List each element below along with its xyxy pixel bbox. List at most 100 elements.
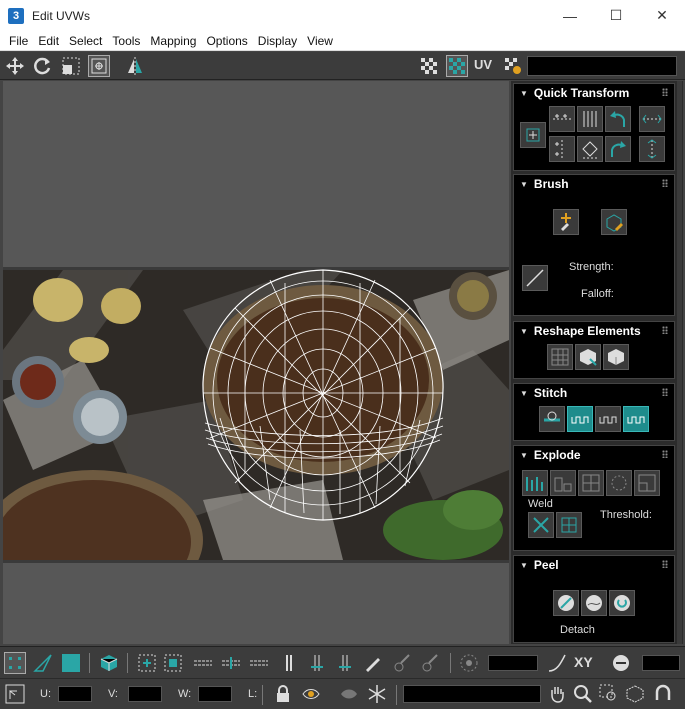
paint-relax-icon[interactable] <box>601 209 627 235</box>
panel-scrollbar[interactable] <box>677 81 682 644</box>
flatten-icon[interactable] <box>606 470 632 496</box>
selection-set-field[interactable] <box>403 685 541 703</box>
break-icon[interactable] <box>522 470 548 496</box>
explode-options-icon[interactable] <box>634 470 660 496</box>
paint-shrink-icon[interactable] <box>418 652 440 674</box>
drag-grip-icon[interactable] <box>662 179 668 187</box>
collapse-triangle-icon[interactable]: ▼ <box>520 180 528 189</box>
collapse-triangle-icon[interactable]: ▼ <box>520 389 528 398</box>
menu-display[interactable]: Display <box>253 34 302 48</box>
drag-grip-icon[interactable] <box>662 388 668 396</box>
align-vertical-icon[interactable] <box>577 106 603 132</box>
stitch-custom-icon[interactable] <box>539 406 565 432</box>
loop-shrink-icon[interactable] <box>248 652 270 674</box>
quick-peel-icon[interactable] <box>553 590 579 616</box>
menu-select[interactable]: Select <box>64 34 107 48</box>
checker-teal-icon[interactable] <box>446 55 468 77</box>
align-grid-icon[interactable] <box>577 136 603 162</box>
pan-hand-icon[interactable] <box>546 683 568 705</box>
coordinate-mode-icon[interactable] <box>4 683 26 705</box>
w-field[interactable] <box>198 686 232 702</box>
close-button[interactable]: ✕ <box>639 0 685 31</box>
lock-icon[interactable] <box>272 683 294 705</box>
rollout-header-quick-transform[interactable]: ▼ Quick Transform <box>514 84 674 102</box>
drag-grip-icon[interactable] <box>662 88 668 96</box>
set-pivot-icon[interactable] <box>520 122 546 148</box>
weld-target-icon[interactable] <box>556 512 582 538</box>
drag-grip-icon[interactable] <box>662 560 668 568</box>
menu-tools[interactable]: Tools <box>107 34 145 48</box>
rollout-header-brush[interactable]: ▼ Brush <box>514 175 674 193</box>
falloff-curve-icon[interactable] <box>546 652 568 674</box>
straighten-icon[interactable] <box>547 344 573 370</box>
falloff-value-field[interactable] <box>488 655 538 671</box>
drag-grip-icon[interactable] <box>662 326 668 334</box>
flatten-by-smoothing-icon[interactable] <box>550 470 576 496</box>
hide-icon[interactable] <box>300 683 322 705</box>
minimize-button[interactable]: — <box>547 0 593 31</box>
face-select-icon[interactable] <box>60 652 82 674</box>
vertex-select-icon[interactable] <box>4 652 26 674</box>
freeze-icon[interactable] <box>366 683 388 705</box>
collapse-triangle-icon[interactable]: ▼ <box>520 327 528 336</box>
maximize-button[interactable]: ☐ <box>593 0 639 31</box>
edge-distance-field[interactable] <box>642 655 680 671</box>
brush-curve-icon[interactable] <box>522 265 548 291</box>
align-horizontal-icon[interactable] <box>549 106 575 132</box>
relax-icon[interactable] <box>603 344 629 370</box>
xy-space-label[interactable]: XY <box>574 654 593 670</box>
ring-grow-icon[interactable] <box>306 652 328 674</box>
paint-grow-icon[interactable] <box>390 652 412 674</box>
menu-mapping[interactable]: Mapping <box>145 34 201 48</box>
rollout-header-reshape[interactable]: ▼ Reshape Elements <box>514 322 674 340</box>
rollout-header-peel[interactable]: ▼ Peel <box>514 556 674 574</box>
ring-shrink-icon[interactable] <box>334 652 356 674</box>
soft-selection-icon[interactable] <box>458 652 480 674</box>
texture-settings-icon[interactable] <box>502 55 524 77</box>
shrink-selection-icon[interactable] <box>162 652 184 674</box>
rollout-header-explode[interactable]: ▼ Explode <box>514 446 674 464</box>
stitch-source-icon[interactable] <box>623 406 649 432</box>
zoom-icon[interactable] <box>572 683 594 705</box>
uv-mesh[interactable] <box>200 268 446 523</box>
loop-select-icon[interactable] <box>192 652 214 674</box>
reset-peel-icon[interactable] <box>609 590 635 616</box>
v-field[interactable] <box>128 686 162 702</box>
edge-distance-icon[interactable] <box>610 652 632 674</box>
peel-mode-icon[interactable] <box>581 590 607 616</box>
edge-select-icon[interactable] <box>32 652 54 674</box>
collapse-triangle-icon[interactable]: ▼ <box>520 89 528 98</box>
uv-label[interactable]: UV <box>474 57 492 72</box>
show-icon[interactable] <box>338 683 360 705</box>
rotate-cw-icon[interactable] <box>605 136 631 162</box>
align-to-edge-icon[interactable] <box>549 136 575 162</box>
rotate-icon[interactable] <box>32 55 54 77</box>
rotate-ccw-icon[interactable] <box>605 106 631 132</box>
menu-file[interactable]: File <box>4 34 33 48</box>
flatten-by-material-icon[interactable] <box>578 470 604 496</box>
relax-until-flat-icon[interactable] <box>575 344 601 370</box>
paint-move-icon[interactable] <box>553 209 579 235</box>
zoom-region-icon[interactable] <box>598 683 620 705</box>
space-vertical-icon[interactable] <box>639 136 665 162</box>
texture-dropdown[interactable] <box>527 56 677 76</box>
space-horizontal-icon[interactable] <box>639 106 665 132</box>
weld-selected-icon[interactable] <box>528 512 554 538</box>
scale-icon[interactable] <box>60 55 82 77</box>
move-icon[interactable] <box>4 55 26 77</box>
collapse-triangle-icon[interactable]: ▼ <box>520 451 528 460</box>
mirror-icon[interactable] <box>124 55 146 77</box>
paint-select-icon[interactable] <box>362 652 384 674</box>
menu-options[interactable]: Options <box>201 34 252 48</box>
grow-selection-icon[interactable] <box>136 652 158 674</box>
drag-grip-icon[interactable] <box>662 450 668 458</box>
zoom-extents-icon[interactable] <box>624 683 646 705</box>
loop-grow-icon[interactable] <box>220 652 242 674</box>
menu-view[interactable]: View <box>302 34 338 48</box>
rollout-header-stitch[interactable]: ▼ Stitch <box>514 384 674 402</box>
checker-icon[interactable] <box>418 55 440 77</box>
ring-select-icon[interactable] <box>278 652 300 674</box>
element-select-icon[interactable] <box>98 652 120 674</box>
uv-viewport[interactable] <box>3 81 509 644</box>
snap-icon[interactable] <box>652 683 674 705</box>
